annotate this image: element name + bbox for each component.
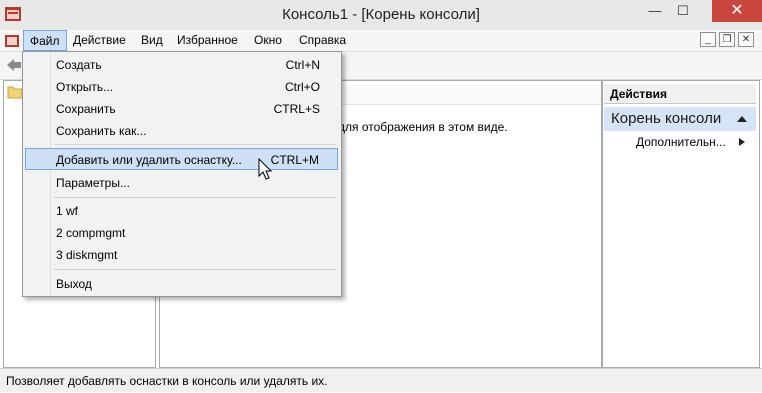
mdi-minimize-button[interactable]: _ <box>700 32 716 47</box>
menu-item-recent-2[interactable]: 2 compmgmt <box>50 222 338 244</box>
folder-icon <box>7 86 23 99</box>
menu-help[interactable]: Справка <box>293 30 352 51</box>
mdi-restore-button[interactable]: ❐ <box>719 32 735 47</box>
mdi-close-button[interactable]: ✕ <box>738 32 754 47</box>
menu-separator <box>54 269 336 270</box>
menu-view[interactable]: Вид <box>135 30 169 51</box>
menu-item-shortcut: CTRL+M <box>270 153 319 167</box>
menu-item-new[interactable]: Создать Ctrl+N <box>50 54 338 76</box>
menu-item-save-as[interactable]: Сохранить как... <box>50 120 338 142</box>
menu-item-open[interactable]: Открыть... Ctrl+O <box>50 76 338 98</box>
submenu-arrow-icon <box>739 138 745 146</box>
actions-section-console-root[interactable]: Корень консоли <box>604 107 756 131</box>
menu-separator <box>54 144 336 145</box>
menu-item-label: 1 wf <box>56 204 79 218</box>
menu-action[interactable]: Действие <box>67 30 132 51</box>
menu-item-label: Создать <box>56 58 102 72</box>
more-actions-item[interactable]: Дополнительн... <box>636 134 726 150</box>
menu-item-label: Добавить или удалить оснастку... <box>56 153 242 167</box>
menu-item-label: Сохранить как... <box>56 124 147 138</box>
menu-item-add-remove-snapin[interactable]: Добавить или удалить оснастку... CTRL+M <box>25 148 338 170</box>
back-arrow-icon[interactable] <box>5 57 23 73</box>
menu-item-shortcut: CTRL+S <box>273 102 320 116</box>
empty-view-message: для отображения в этом виде. <box>338 120 508 134</box>
status-bar: Позволяет добавлять оснастки в консоль и… <box>0 368 762 392</box>
menu-item-label: 2 compmgmt <box>56 226 126 240</box>
menu-item-shortcut: Ctrl+N <box>285 58 320 72</box>
mouse-cursor-icon <box>258 158 273 180</box>
menu-separator <box>54 197 336 198</box>
minimize-button[interactable]: — <box>641 0 669 22</box>
actions-section-label: Корень консоли <box>611 110 722 127</box>
menu-item-save[interactable]: Сохранить CTRL+S <box>50 98 338 120</box>
menu-item-label: Открыть... <box>56 80 114 94</box>
menu-item-recent-3[interactable]: 3 diskmgmt <box>50 244 338 266</box>
menu-item-shortcut: Ctrl+O <box>284 80 320 94</box>
menu-item-label: Параметры... <box>56 176 130 190</box>
collapse-up-icon[interactable] <box>736 114 748 124</box>
document-icon[interactable] <box>4 33 20 49</box>
menu-item-label: Сохранить <box>56 102 116 116</box>
menu-favorites[interactable]: Избранное <box>171 30 244 51</box>
close-button[interactable]: ✕ <box>712 0 762 22</box>
menu-window[interactable]: Окно <box>248 30 288 51</box>
maximize-button[interactable]: ☐ <box>669 0 697 22</box>
actions-header: Действия <box>604 84 756 104</box>
menu-item-label: Выход <box>56 277 92 291</box>
menu-file[interactable]: Файл <box>23 30 67 51</box>
menu-item-options[interactable]: Параметры... <box>50 172 338 194</box>
menu-item-label: 3 diskmgmt <box>56 248 118 262</box>
menu-item-exit[interactable]: Выход <box>50 273 338 295</box>
menu-item-recent-1[interactable]: 1 wf <box>50 200 338 222</box>
